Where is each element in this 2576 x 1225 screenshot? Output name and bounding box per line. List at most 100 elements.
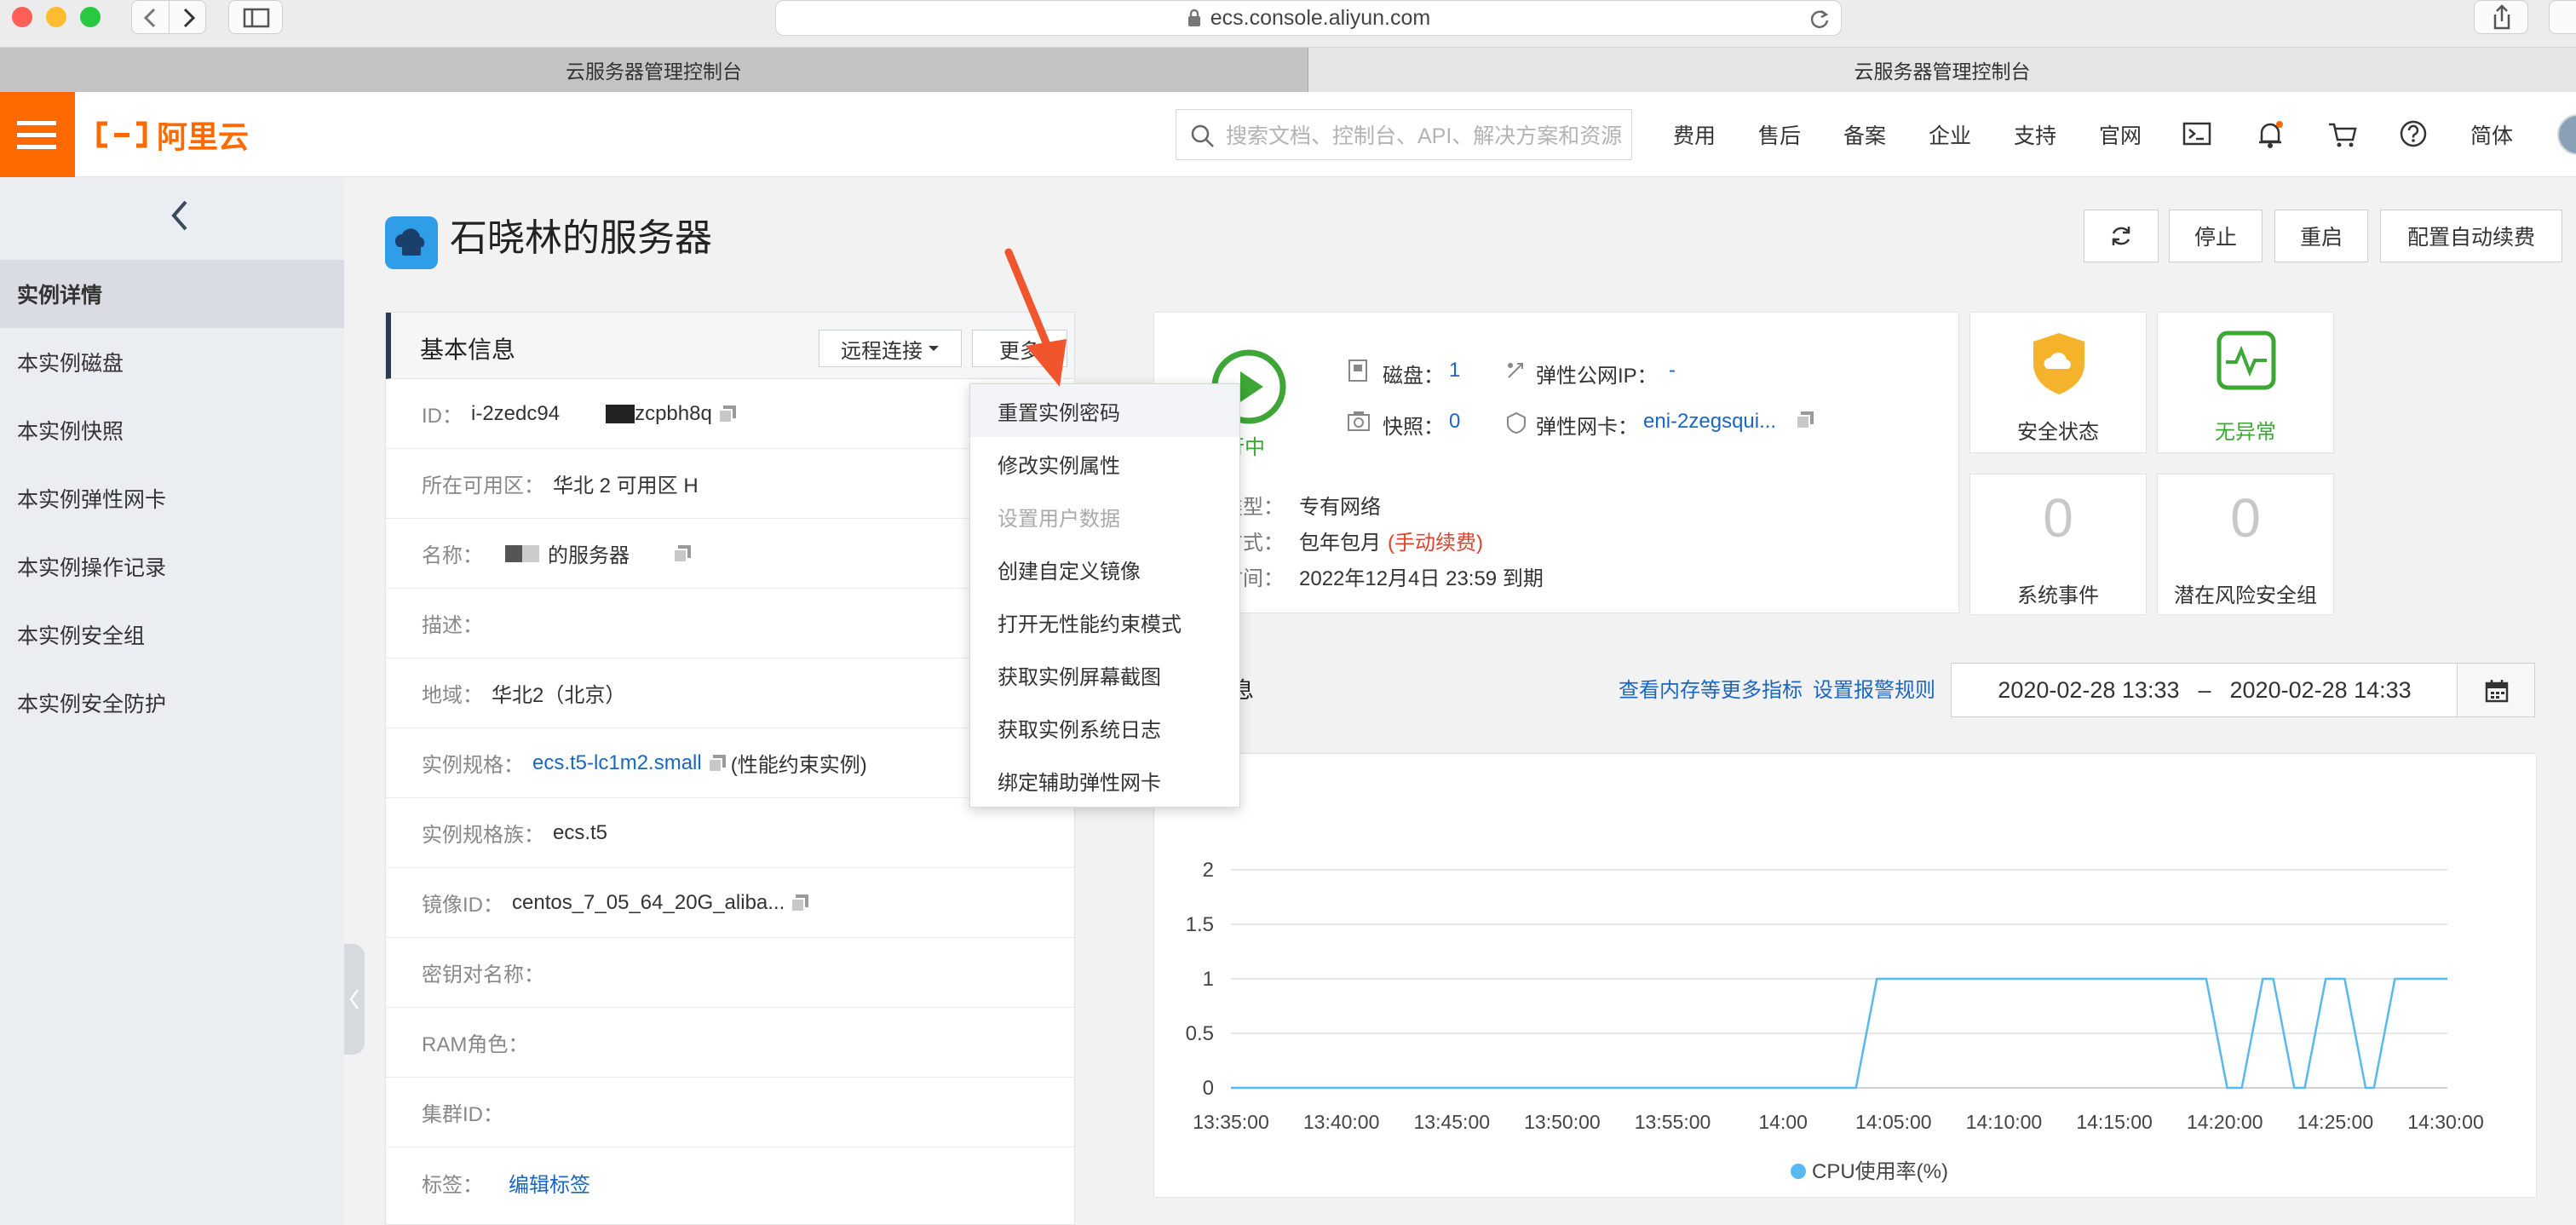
header-link-enterprise[interactable]: 企业 [1929, 119, 1971, 150]
eip-label: 弹性公网IP： [1536, 365, 1658, 388]
tabs-overview-button[interactable] [2549, 0, 2576, 34]
minimize-window-button[interactable] [46, 7, 66, 27]
restart-button[interactable]: 重启 [2274, 210, 2368, 262]
bell-icon[interactable] [2256, 119, 2285, 150]
aliyun-logo-icon [95, 120, 148, 149]
instance-type-label: 实例规格： [422, 754, 524, 777]
id-label: ID： [422, 405, 463, 428]
description-label: 描述： [422, 614, 483, 637]
menu-item-modify-attributes[interactable]: 修改实例属性 [970, 437, 1239, 490]
auto-renew-button[interactable]: 配置自动续费 [2380, 210, 2562, 262]
header-link-fees[interactable]: 费用 [1673, 119, 1716, 150]
ram-role-label: RAM角色： [422, 1033, 529, 1056]
sidebar-item-operation-log[interactable]: 本实例操作记录 [0, 532, 344, 601]
edit-copy-icon[interactable] [672, 543, 693, 564]
x-tick-label: 14:25:00 [2297, 1111, 2374, 1133]
copy-icon[interactable] [717, 404, 738, 424]
language-switch[interactable]: 简体 [2470, 119, 2513, 150]
back-chevron-icon[interactable] [167, 197, 193, 234]
menu-item-create-image[interactable]: 创建自定义镜像 [970, 543, 1239, 595]
aliyun-logo[interactable]: 阿里云 [95, 116, 249, 154]
header-link-aftersales[interactable]: 售后 [1758, 119, 1801, 150]
avatar[interactable] [2557, 114, 2576, 155]
header-link-support[interactable]: 支持 [2014, 119, 2056, 150]
calendar-button[interactable] [2457, 663, 2535, 717]
info-row-image-id: 镜像ID： centos_7_05_64_20G_aliba... [386, 868, 1074, 938]
help-icon[interactable] [2399, 119, 2428, 148]
server-cloud-icon [385, 216, 438, 269]
health-status-tile[interactable]: 无异常 [2157, 312, 2334, 453]
menu-item-screenshot[interactable]: 获取实例屏幕截图 [970, 648, 1239, 701]
address-bar[interactable]: ecs.console.aliyun.com [775, 0, 1842, 36]
snapshot-icon [1347, 410, 1371, 432]
disk-count[interactable]: 1 [1449, 359, 1460, 382]
menu-icon[interactable] [0, 92, 75, 177]
security-status-tile[interactable]: 安全状态 [1969, 312, 2147, 453]
cpu-usage-chart: 0 0.5 1 1.5 2 13:35:00 13:40:00 13:45:00 13:50:0… [1186, 859, 2484, 1183]
more-actions-menu: 重置实例密码 修改实例属性 设置用户数据 创建自定义镜像 打开无性能约束模式 获… [969, 383, 1240, 808]
date-range-picker[interactable]: 2020-02-28 13:33 – 2020-02-28 14:33 [1951, 663, 2458, 717]
cart-icon[interactable] [2327, 121, 2358, 148]
tab-label: 云服务器管理控制台 [566, 60, 742, 83]
more-metrics-link[interactable]: 查看内存等更多指标 [1619, 673, 1803, 703]
tab-label: 云服务器管理控制台 [1854, 60, 2031, 83]
refresh-button[interactable] [2084, 210, 2159, 262]
snapshot-label: 快照： [1383, 416, 1444, 439]
disk-label: 磁盘： [1383, 365, 1444, 388]
x-tick-label: 14:05:00 [1855, 1111, 1932, 1133]
browser-tab-active[interactable]: 云服务器管理控制台 [1308, 48, 2576, 92]
copy-icon[interactable] [707, 753, 727, 774]
edit-tags-link[interactable]: 编辑标签 [509, 1168, 590, 1198]
menu-item-bind-eni[interactable]: 绑定辅助弹性网卡 [970, 754, 1239, 807]
sidebar-item-snapshots[interactable]: 本实例快照 [0, 396, 344, 464]
instance-family-value: ecs.t5 [553, 820, 608, 844]
sidebar-item-disks[interactable]: 本实例磁盘 [0, 328, 344, 396]
browser-tab-strip: 云服务器管理控制台 云服务器管理控制台 [0, 48, 2576, 92]
sidebar-collapse-handle[interactable] [344, 944, 365, 1055]
x-tick-label: 13:35:00 [1193, 1111, 1269, 1133]
instance-type-link[interactable]: ecs.t5-lc1m2.small [532, 751, 702, 775]
zoom-window-button[interactable] [80, 7, 101, 27]
copy-icon[interactable] [1795, 410, 1815, 430]
billing-method-value: 包年包月 [1299, 532, 1381, 555]
console-header: 阿里云 搜索文档、控制台、API、解决方案和资源 费用 售后 备案 企业 支持 … [0, 92, 2576, 177]
search-input[interactable]: 搜索文档、控制台、API、解决方案和资源 [1176, 109, 1632, 160]
security-status-label: 安全状态 [2017, 421, 2099, 444]
sidebar-item-security-protection[interactable]: 本实例安全防护 [0, 669, 344, 737]
reload-icon[interactable] [1808, 8, 1831, 30]
zone-label: 所在可用区： [422, 474, 544, 497]
eni-icon [1505, 411, 1527, 434]
sidebar-item-instance-details[interactable]: 实例详情 [0, 260, 344, 328]
risky-security-groups-tile[interactable]: 0 潜在风险安全组 [2157, 474, 2334, 615]
tags-label: 标签： [422, 1173, 483, 1197]
browser-tab[interactable]: 云服务器管理控制台 [0, 48, 1308, 92]
x-tick-label: 14:20:00 [2187, 1111, 2263, 1133]
header-link-icp[interactable]: 备案 [1843, 119, 1886, 150]
info-row-tags: 标签： 编辑标签 [386, 1147, 1074, 1217]
sidebar-item-security-group[interactable]: 本实例安全组 [0, 601, 344, 669]
menu-item-system-log[interactable]: 获取实例系统日志 [970, 701, 1239, 754]
info-row-keypair: 密钥对名称： [386, 938, 1074, 1008]
y-tick-label: 0 [1203, 1077, 1214, 1100]
info-row-instance-family: 实例规格族： ecs.t5 [386, 798, 1074, 868]
close-window-button[interactable] [12, 7, 32, 27]
alarm-rules-link[interactable]: 设置报警规则 [1813, 673, 1935, 703]
header-link-official-site[interactable]: 官网 [2099, 119, 2142, 150]
eni-link[interactable]: eni-2zegsqui... [1643, 410, 1776, 434]
sidebar-item-eni[interactable]: 本实例弹性网卡 [0, 464, 344, 532]
manual-renew-note[interactable]: (手动续费) [1388, 526, 1483, 555]
share-icon[interactable] [2474, 0, 2528, 34]
menu-item-unlimited-mode[interactable]: 打开无性能约束模式 [970, 595, 1239, 648]
stop-button[interactable]: 停止 [2169, 210, 2263, 262]
snapshot-count[interactable]: 0 [1449, 410, 1460, 434]
x-tick-label: 13:55:00 [1635, 1111, 1711, 1133]
remote-connect-button[interactable]: 远程连接 [819, 330, 962, 367]
sidebar-toggle-icon[interactable] [228, 0, 283, 34]
terminal-icon[interactable] [2182, 121, 2211, 147]
copy-icon[interactable] [790, 893, 810, 913]
name-value: 的服务器 [548, 544, 630, 567]
forward-arrow-icon[interactable] [170, 1, 207, 35]
logo-text: 阿里云 [157, 119, 250, 154]
system-events-tile[interactable]: 0 系统事件 [1969, 474, 2147, 615]
back-arrow-icon[interactable] [132, 1, 170, 35]
